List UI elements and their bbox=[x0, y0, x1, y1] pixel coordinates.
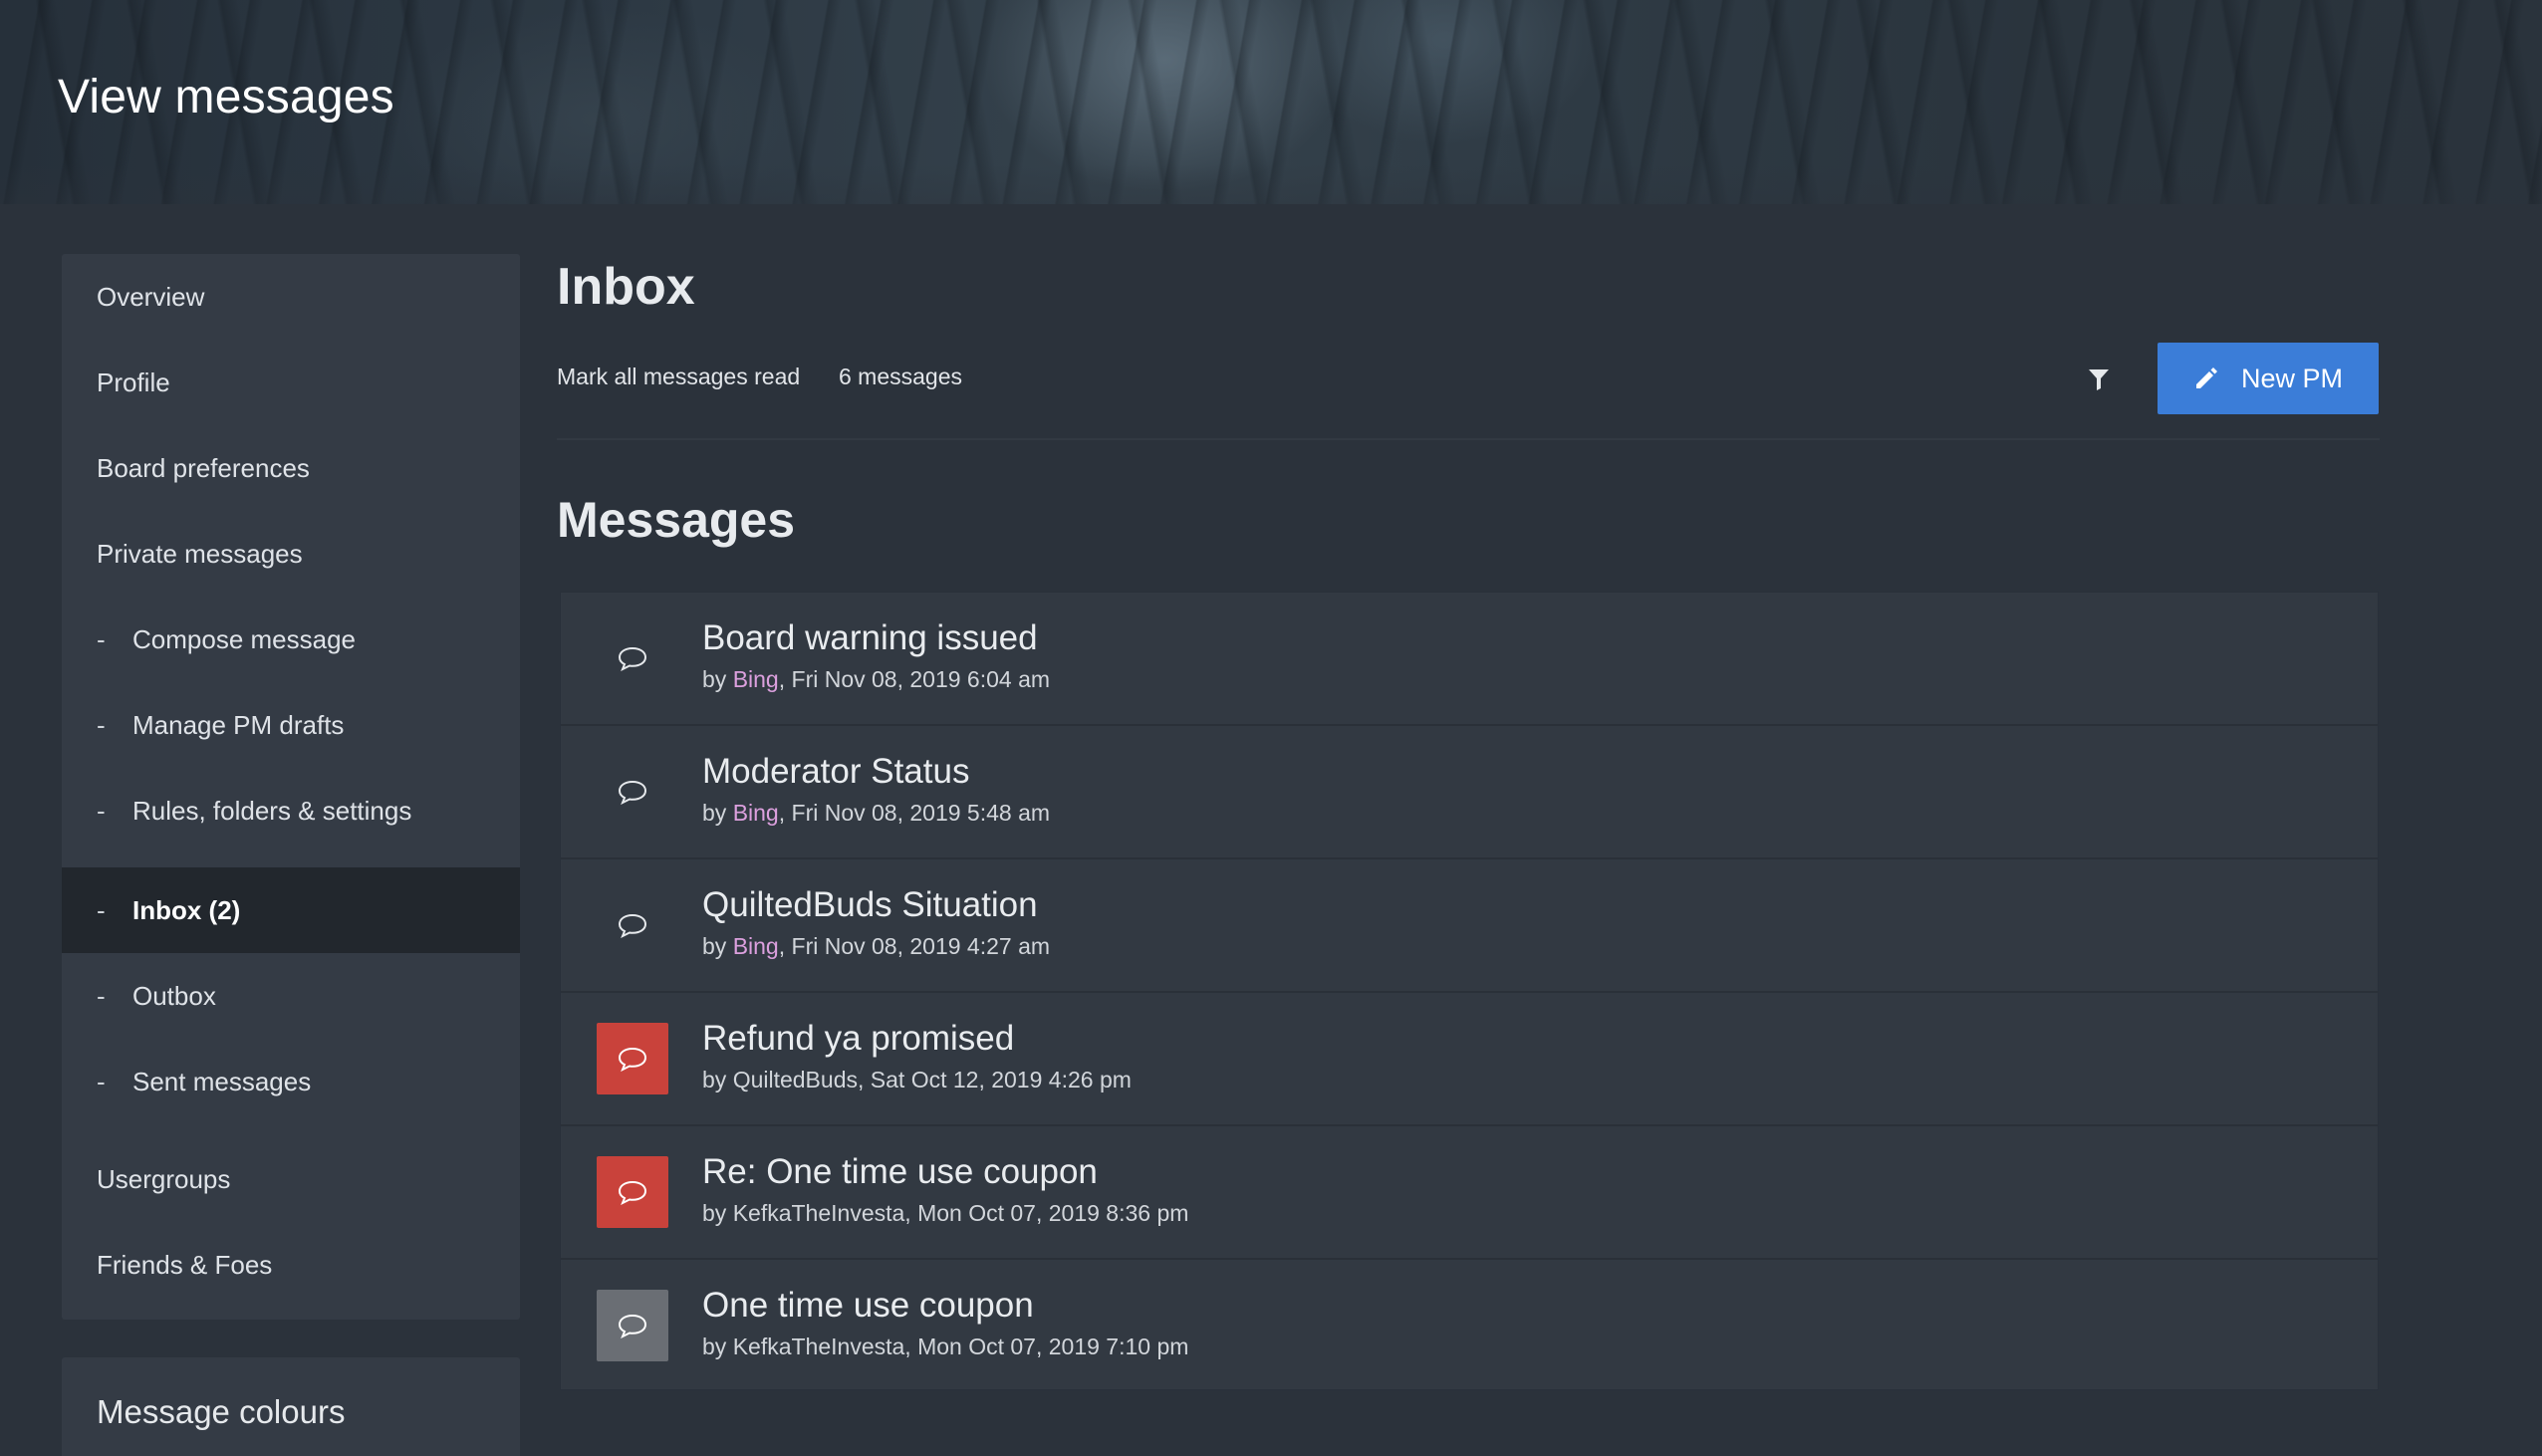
sidebar-item-outbox[interactable]: - Outbox bbox=[62, 953, 520, 1039]
message-author-link[interactable]: KefkaTheInvesta bbox=[733, 1200, 905, 1226]
message-meta: by KefkaTheInvesta, Mon Oct 07, 2019 7:1… bbox=[702, 1334, 1189, 1359]
sidebar-item-label: Private messages bbox=[97, 538, 303, 569]
sidebar-dash: - bbox=[97, 795, 106, 826]
message-status-icon bbox=[597, 622, 668, 694]
list-item: Board warning issued by Bing, Fri Nov 08… bbox=[561, 593, 2378, 726]
message-meta: by Bing, Fri Nov 08, 2019 5:48 am bbox=[702, 800, 1051, 826]
toolbar-divider bbox=[557, 438, 2380, 440]
list-item: One time use coupon by KefkaTheInvesta, … bbox=[561, 1260, 2378, 1393]
message-meta: by Bing, Fri Nov 08, 2019 6:04 am bbox=[702, 666, 1051, 692]
sidebar-dash: - bbox=[97, 894, 106, 925]
sidebar-item-label: Board preferences bbox=[97, 452, 310, 483]
sidebar-dash: - bbox=[97, 1066, 106, 1096]
sidebar-dash: - bbox=[97, 623, 106, 654]
message-date: , Fri Nov 08, 2019 6:04 am bbox=[778, 666, 1051, 692]
sidebar-item-label: Friends & Foes bbox=[97, 1249, 273, 1280]
sidebar-item-private-messages[interactable]: Private messages bbox=[62, 511, 520, 597]
message-status-icon-unread bbox=[597, 1023, 668, 1094]
inbox-title: Inbox bbox=[557, 258, 695, 316]
message-author-link[interactable]: Bing bbox=[733, 933, 779, 959]
message-subject-link[interactable]: QuiltedBuds Situation bbox=[702, 885, 1038, 925]
message-date: , Sat Oct 12, 2019 4:26 pm bbox=[858, 1067, 1132, 1092]
header-banner: View messages bbox=[0, 0, 2542, 204]
message-date: , Mon Oct 07, 2019 7:10 pm bbox=[904, 1334, 1189, 1359]
speech-bubble-icon bbox=[618, 1180, 647, 1205]
sidebar-item-usergroups[interactable]: Usergroups bbox=[62, 1136, 520, 1222]
pencil-icon bbox=[2196, 367, 2217, 388]
sidebar-item-label: Compose message bbox=[132, 623, 356, 654]
message-author-link[interactable]: Bing bbox=[733, 800, 779, 826]
message-meta: by Bing, Fri Nov 08, 2019 4:27 am bbox=[702, 933, 1051, 959]
message-author-link[interactable]: QuiltedBuds bbox=[733, 1067, 858, 1092]
sidebar-item-manage-pm-drafts[interactable]: - Manage PM drafts bbox=[62, 682, 520, 768]
message-subject-link[interactable]: Moderator Status bbox=[702, 752, 969, 792]
sidebar-item-label: Outbox bbox=[132, 980, 216, 1011]
message-status-icon bbox=[597, 889, 668, 961]
filter-button[interactable] bbox=[2084, 364, 2114, 394]
sidebar-item-board-preferences[interactable]: Board preferences bbox=[62, 425, 520, 511]
sidebar-item-compose-message[interactable]: - Compose message bbox=[62, 597, 520, 682]
speech-bubble-icon bbox=[618, 1314, 647, 1338]
message-colours-title: Message colours bbox=[97, 1393, 346, 1430]
mark-all-read-link[interactable]: Mark all messages read bbox=[557, 364, 800, 390]
message-date: , Fri Nov 08, 2019 4:27 am bbox=[778, 933, 1051, 959]
page: View messages Overview Profile Board pre… bbox=[0, 0, 2542, 1456]
speech-bubble-icon bbox=[618, 913, 647, 938]
sidebar-dash: - bbox=[97, 709, 106, 740]
sidebar-item-inbox[interactable]: - Inbox (2) bbox=[62, 867, 520, 953]
message-list: Board warning issued by Bing, Fri Nov 08… bbox=[560, 592, 2379, 1390]
message-subject-link[interactable]: One time use coupon bbox=[702, 1286, 1034, 1326]
list-item: QuiltedBuds Situation by Bing, Fri Nov 0… bbox=[561, 859, 2378, 993]
message-subject-link[interactable]: Board warning issued bbox=[702, 618, 1038, 658]
sidebar-item-label: Rules, folders & settings bbox=[132, 795, 412, 826]
sidebar-item-label: Inbox (2) bbox=[132, 894, 241, 925]
speech-bubble-icon bbox=[618, 780, 647, 805]
new-pm-button[interactable]: New PM bbox=[2158, 343, 2379, 414]
sidebar-item-label: Profile bbox=[97, 366, 170, 397]
message-status-icon-unread bbox=[597, 1156, 668, 1228]
speech-bubble-icon bbox=[618, 646, 647, 671]
list-item: Moderator Status by Bing, Fri Nov 08, 20… bbox=[561, 726, 2378, 859]
list-item: Re: One time use coupon by KefkaTheInves… bbox=[561, 1126, 2378, 1260]
messages-section-title: Messages bbox=[557, 492, 796, 548]
message-subject-link[interactable]: Re: One time use coupon bbox=[702, 1152, 1098, 1192]
list-item: Refund ya promised by QuiltedBuds, Sat O… bbox=[561, 993, 2378, 1126]
speech-bubble-icon bbox=[618, 1047, 647, 1072]
sidebar-item-overview[interactable]: Overview bbox=[62, 254, 520, 340]
sidebar-item-rules-folders-settings[interactable]: - Rules, folders & settings bbox=[62, 768, 520, 853]
message-author-link[interactable]: Bing bbox=[733, 666, 779, 692]
message-author-link[interactable]: KefkaTheInvesta bbox=[733, 1334, 905, 1359]
message-date: , Mon Oct 07, 2019 8:36 pm bbox=[904, 1200, 1189, 1226]
sidebar-item-sent-messages[interactable]: - Sent messages bbox=[62, 1039, 520, 1124]
message-count: 6 messages bbox=[839, 364, 963, 389]
sidebar-item-label: Overview bbox=[97, 281, 205, 312]
page-title: View messages bbox=[58, 71, 394, 123]
message-status-icon-replied bbox=[597, 1290, 668, 1361]
message-date: , Fri Nov 08, 2019 5:48 am bbox=[778, 800, 1051, 826]
sidebar-item-friends-foes[interactable]: Friends & Foes bbox=[62, 1222, 520, 1308]
message-colours-panel: Message colours bbox=[62, 1357, 520, 1456]
sidebar-item-label: Usergroups bbox=[97, 1163, 231, 1194]
message-status-icon bbox=[597, 756, 668, 828]
message-meta: by KefkaTheInvesta, Mon Oct 07, 2019 8:3… bbox=[702, 1200, 1189, 1226]
message-meta: by QuiltedBuds, Sat Oct 12, 2019 4:26 pm bbox=[702, 1067, 1132, 1092]
sidebar-item-profile[interactable]: Profile bbox=[62, 340, 520, 425]
filter-icon bbox=[2089, 369, 2109, 390]
message-subject-link[interactable]: Refund ya promised bbox=[702, 1019, 1014, 1059]
sidebar-dash: - bbox=[97, 980, 106, 1011]
new-pm-label: New PM bbox=[2241, 364, 2344, 393]
sidebar-nav: Overview Profile Board preferences Priva… bbox=[62, 254, 520, 1320]
